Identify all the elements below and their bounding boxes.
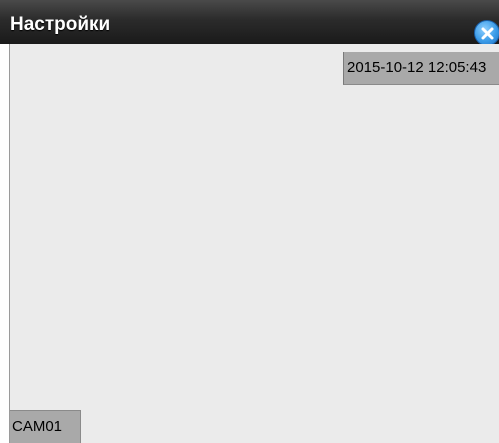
title-bar: Настройки: [0, 0, 499, 46]
close-icon: [481, 27, 494, 40]
camera-view[interactable]: 2015-10-12 12:05:43 CAM01: [9, 44, 499, 443]
timestamp-overlay: 2015-10-12 12:05:43: [343, 52, 499, 85]
window-title: Настройки: [10, 14, 111, 35]
close-button[interactable]: [474, 20, 499, 46]
camera-name-overlay: CAM01: [10, 410, 81, 443]
settings-window: Настройки 2015-10-12 12:05:43 CAM01: [0, 0, 499, 443]
